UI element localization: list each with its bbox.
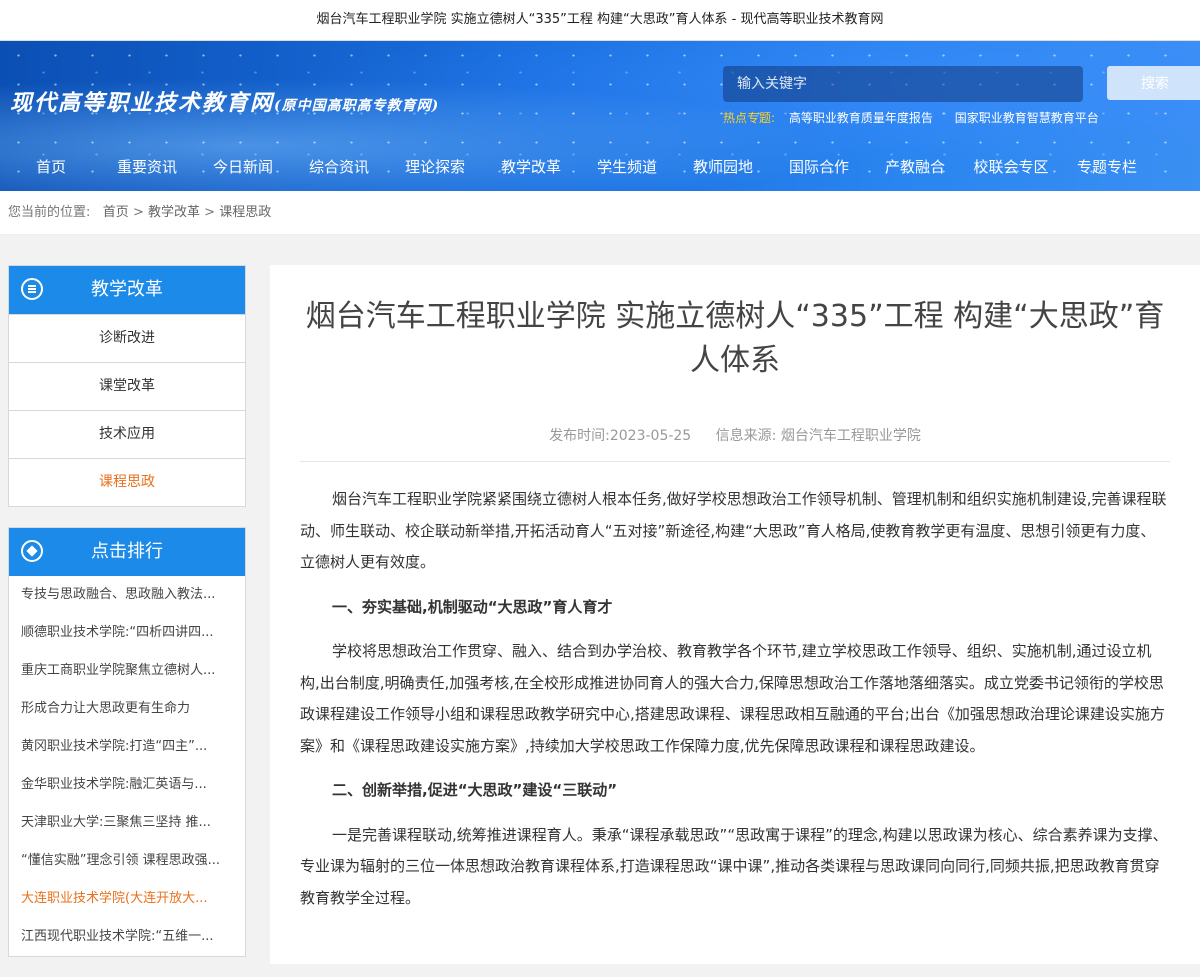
rank-item[interactable]: 形成合力让大思政更有生命力 xyxy=(9,690,245,728)
rank-item[interactable]: 顺德职业技术学院:“四析四讲四... xyxy=(9,614,245,652)
rank-item[interactable]: 重庆工商职业学院聚焦立德树人... xyxy=(9,652,245,690)
rank-item[interactable]: 天津职业大学:三聚焦三坚持 推... xyxy=(9,804,245,842)
article-meta: 发布时间:2023-05-25 信息来源: 烟台汽车工程职业学院 xyxy=(270,425,1200,445)
nav-item-international[interactable]: 国际合作 xyxy=(768,149,870,185)
nav-item-important-news[interactable]: 重要资讯 xyxy=(102,149,192,185)
article-panel: 烟台汽车工程职业学院 实施立德树人“335”工程 构建“大思政”育人体系 发布时… xyxy=(270,265,1200,964)
section-menu-title: 教学改革 xyxy=(91,279,163,300)
article-title: 烟台汽车工程职业学院 实施立德树人“335”工程 构建“大思政”育人体系 xyxy=(305,299,1165,378)
nav-item-special-columns[interactable]: 专题专栏 xyxy=(1062,149,1152,185)
rank-item[interactable]: 金华职业技术学院:融汇英语与... xyxy=(9,766,245,804)
nav-item-general-news[interactable]: 综合资讯 xyxy=(294,149,384,185)
rank-item[interactable]: 大连职业技术学院(大连开放大... xyxy=(9,880,245,918)
rank-title: 点击排行 xyxy=(91,541,163,562)
article-paragraph: 一是完善课程联动,统筹推进课程育人。秉承“课程承载思政”“思政寓于课程”的理念,… xyxy=(300,825,1168,907)
article-source: 信息来源: 烟台汽车工程职业学院 xyxy=(715,428,921,444)
hot-link-annual-report[interactable]: 高等职业教育质量年度报告 xyxy=(789,111,933,125)
publish-time: 发布时间:2023-05-25 xyxy=(549,428,692,444)
breadcrumb-course-ideology[interactable]: 课程思政 xyxy=(219,205,271,220)
rank-item[interactable]: 专技与思政融合、思政融入教法... xyxy=(9,576,245,614)
nav-item-teaching-reform[interactable]: 教学改革 xyxy=(486,149,576,185)
site-logo[interactable]: 现代高等职业技术教育网(原中国高职高专教育网) xyxy=(10,85,439,117)
article-paragraph: 学校将思想政治工作贯穿、融入、结合到办学治校、教育教学各个环节,建立学校思政工作… xyxy=(300,642,1165,755)
hot-topics: 热点专题: 高等职业教育质量年度报告 国家职业教育智慧教育平台 xyxy=(723,109,1107,126)
nav-item-teachers[interactable]: 教师园地 xyxy=(678,149,768,185)
breadcrumb-separator: > xyxy=(204,205,216,220)
window-title: 烟台汽车工程职业学院 实施立德树人“335”工程 构建“大思政”育人体系 - 现… xyxy=(0,0,1200,41)
list-circle-icon xyxy=(21,278,43,300)
sidebar: 教学改革 诊断改进 课堂改革 技术应用 课程思政 点击排行 专技与思政融合、思政… xyxy=(8,265,246,977)
site-header: 现代高等职业技术教育网(原中国高职高专教育网) 搜索 热点专题: 高等职业教育质… xyxy=(0,41,1200,191)
ranking-icon xyxy=(21,540,43,562)
rank-box: 点击排行 专技与思政融合、思政融入教法... 顺德职业技术学院:“四析四讲四..… xyxy=(8,527,246,957)
rank-item[interactable]: 黄冈职业技术学院:打造“四主”... xyxy=(9,728,245,766)
sidebar-item-technology[interactable]: 技术应用 xyxy=(9,410,245,458)
hot-topics-label: 热点专题: xyxy=(723,111,776,125)
nav-item-industry-education[interactable]: 产教融合 xyxy=(870,149,960,185)
section-menu-header: 教学改革 xyxy=(9,266,245,314)
article-subheading: 二、创新举措,促进“大思政”建设“三联动” xyxy=(332,781,618,799)
nav-item-theory[interactable]: 理论探索 xyxy=(384,149,486,185)
hot-link-smart-platform[interactable]: 国家职业教育智慧教育平台 xyxy=(955,111,1099,125)
breadcrumb: 您当前的位置: 首页 > 教学改革 > 课程思政 xyxy=(0,191,1200,235)
rank-header: 点击排行 xyxy=(9,528,245,576)
nav-item-today-news[interactable]: 今日新闻 xyxy=(192,149,294,185)
article-subheading: 一、夯实基础,机制驱动“大思政”育人育才 xyxy=(332,597,613,616)
breadcrumb-separator: > xyxy=(132,205,144,220)
article-body: 烟台汽车工程职业学院紧紧围绕立德树人根本任务,做好学校思想政治工作领导机制、管理… xyxy=(300,484,1168,914)
breadcrumb-teaching-reform[interactable]: 教学改革 xyxy=(148,205,200,220)
nav-item-students[interactable]: 学生频道 xyxy=(576,149,678,185)
divider xyxy=(300,461,1170,462)
breadcrumb-home[interactable]: 首页 xyxy=(103,205,129,220)
main-nav: 首页 重要资讯 今日新闻 综合资讯 理论探索 教学改革 学生频道 教师园地 国际… xyxy=(0,149,1200,185)
search-input[interactable] xyxy=(723,66,1083,102)
rank-item[interactable]: 江西现代职业技术学院:“五维一... xyxy=(9,918,245,956)
search-button[interactable]: 搜索 xyxy=(1107,66,1200,100)
sidebar-item-classroom-reform[interactable]: 课堂改革 xyxy=(9,362,245,410)
logo-main-text: 现代高等职业技术教育网 xyxy=(10,90,275,116)
sidebar-item-diagnosis[interactable]: 诊断改进 xyxy=(9,314,245,362)
article-paragraph: 烟台汽车工程职业学院紧紧围绕立德树人根本任务,做好学校思想政治工作领导机制、管理… xyxy=(300,490,1167,571)
sidebar-item-course-ideology[interactable]: 课程思政 xyxy=(9,458,245,506)
nav-item-home[interactable]: 首页 xyxy=(0,149,102,185)
logo-sub-text: (原中国高职高专教育网) xyxy=(274,98,440,114)
section-menu: 教学改革 诊断改进 课堂改革 技术应用 课程思政 xyxy=(8,265,246,507)
breadcrumb-prefix: 您当前的位置: xyxy=(8,205,91,220)
nav-item-school-alliance[interactable]: 校联会专区 xyxy=(960,149,1062,185)
rank-item[interactable]: “懂信实融”理念引领 课程思政强... xyxy=(9,842,245,880)
